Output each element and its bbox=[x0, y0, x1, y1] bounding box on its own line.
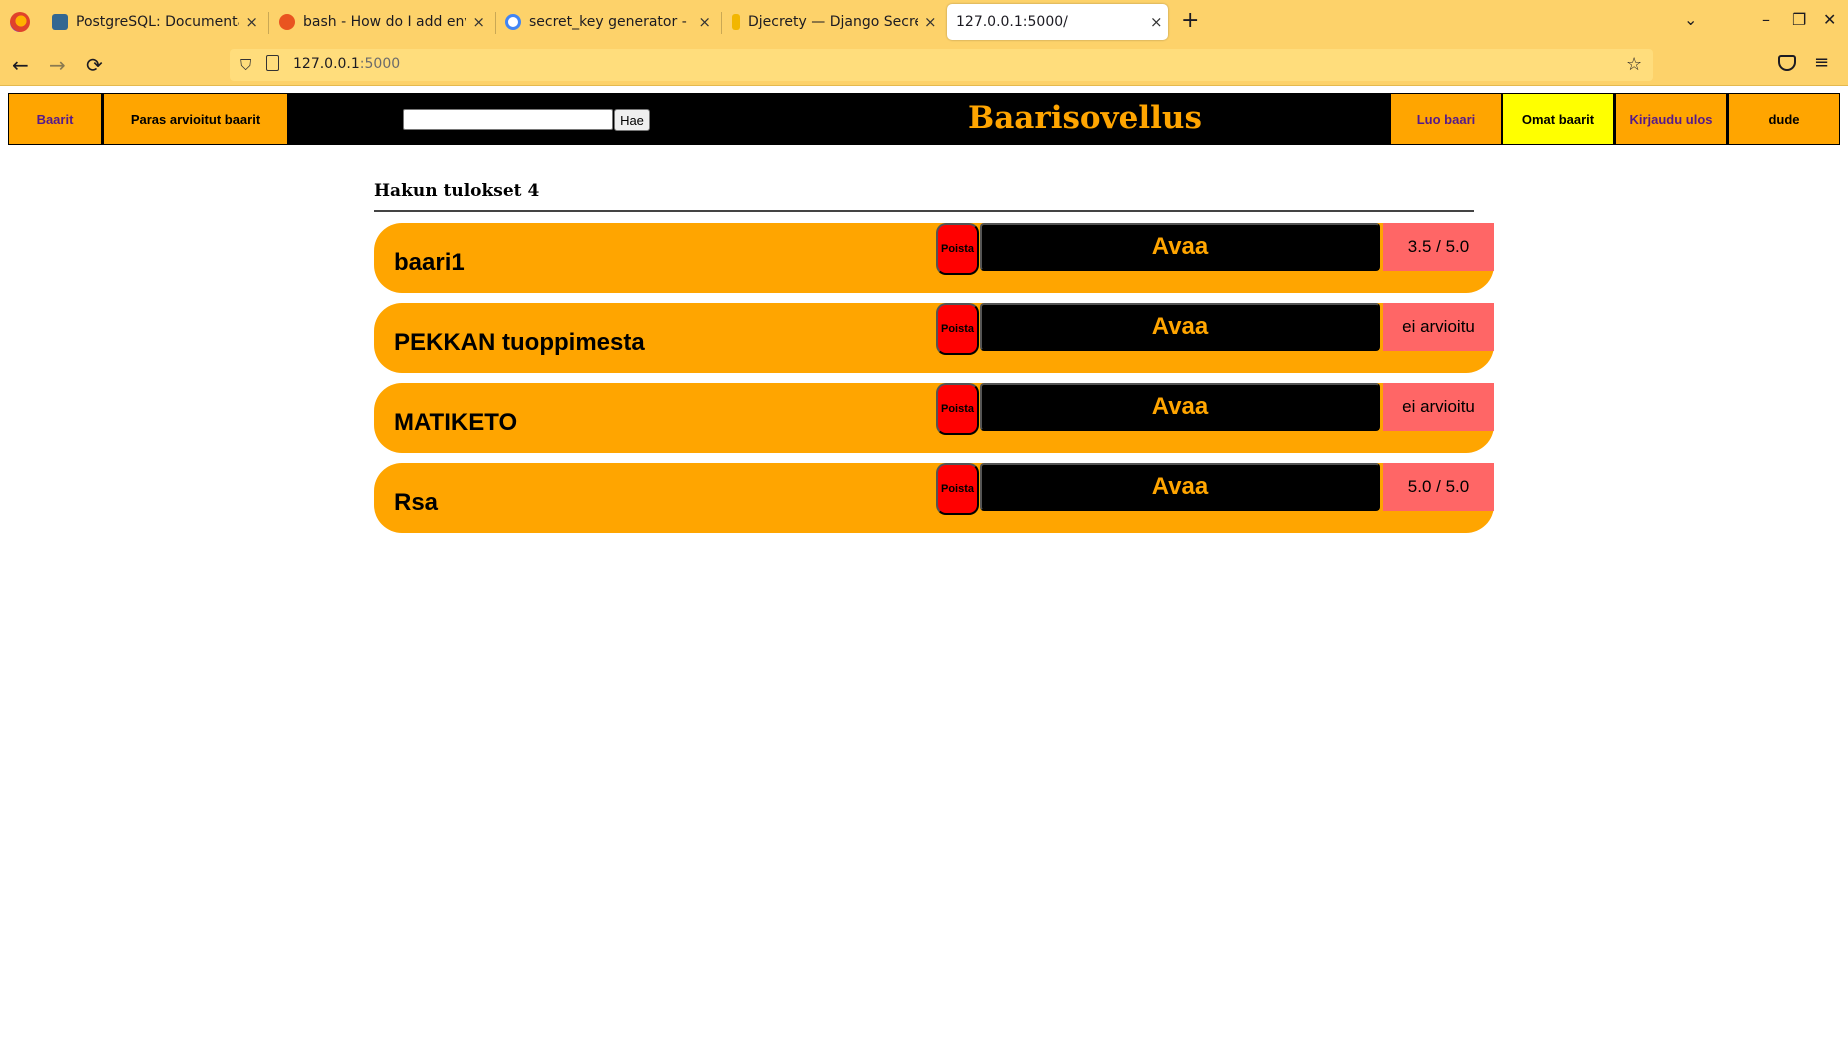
close-tab-icon[interactable]: × bbox=[698, 13, 711, 31]
window-close-icon[interactable]: ✕ bbox=[1823, 10, 1836, 29]
bar-name: MATIKETO bbox=[394, 409, 518, 436]
tab-separator bbox=[721, 12, 722, 34]
site-title: Baarisovellus bbox=[968, 100, 1202, 136]
close-tab-icon[interactable]: × bbox=[245, 13, 258, 31]
rating-badge: ei arvioitu bbox=[1383, 383, 1494, 431]
nav-user-link[interactable]: dude bbox=[1729, 94, 1839, 144]
open-button[interactable]: Avaa bbox=[980, 223, 1380, 271]
nav-my-bars-link[interactable]: Omat baarit bbox=[1503, 94, 1613, 144]
tab-separator bbox=[268, 12, 269, 34]
open-button[interactable]: Avaa bbox=[980, 463, 1380, 511]
tab-title: Djecrety — Django Secre bbox=[748, 14, 918, 30]
back-arrow-icon[interactable]: ← bbox=[12, 53, 29, 77]
delete-button[interactable]: Poista bbox=[936, 463, 979, 515]
nav-create-bar-link[interactable]: Luo baari bbox=[1391, 94, 1501, 144]
new-tab-button[interactable]: + bbox=[1181, 8, 1199, 33]
open-button[interactable]: Avaa bbox=[980, 303, 1380, 351]
forward-arrow-icon[interactable]: → bbox=[49, 53, 66, 77]
url-host: 127.0.0.1 bbox=[293, 56, 360, 72]
google-icon bbox=[505, 14, 521, 30]
browser-tab-bar: PostgreSQL: Documentat × bash - How do I… bbox=[0, 0, 1848, 44]
divider bbox=[374, 210, 1474, 212]
rating-badge: ei arvioitu bbox=[1383, 303, 1494, 351]
url-bar[interactable]: ⛉ 127.0.0.1:5000 ☆ bbox=[230, 49, 1653, 81]
tab-list-chevron-icon[interactable]: ⌄ bbox=[1684, 10, 1697, 29]
tab-google[interactable]: secret_key generator - Go × bbox=[505, 4, 711, 40]
delete-button[interactable]: Poista bbox=[936, 383, 979, 435]
delete-button[interactable]: Poista bbox=[936, 303, 979, 355]
nav-logout-link[interactable]: Kirjaudu ulos bbox=[1616, 94, 1726, 144]
tab-title: bash - How do I add envir bbox=[303, 14, 467, 30]
search-button[interactable]: Hae bbox=[614, 109, 650, 131]
bar-name: baari1 bbox=[394, 249, 465, 276]
browser-nav-bar: ← → ⟳ ⛉ 127.0.0.1:5000 ☆ ≡ bbox=[0, 44, 1848, 86]
pocket-icon[interactable] bbox=[1778, 55, 1796, 71]
elephant-icon bbox=[52, 14, 68, 30]
close-tab-icon[interactable]: × bbox=[1150, 13, 1163, 31]
hamburger-menu-icon[interactable]: ≡ bbox=[1814, 52, 1829, 73]
tab-askubuntu[interactable]: bash - How do I add envir × bbox=[279, 4, 485, 40]
nav-top-rated-link[interactable]: Paras arvioitut baarit bbox=[104, 94, 287, 144]
key-icon bbox=[732, 14, 740, 30]
bar-name: Rsa bbox=[394, 489, 439, 516]
tab-title: secret_key generator - Go bbox=[529, 14, 692, 30]
bar-list-item: MATIKETO Poista Avaa ei arvioitu bbox=[374, 383, 1494, 453]
bar-list-item: baari1 Poista Avaa 3.5 / 5.0 bbox=[374, 223, 1494, 293]
site-nav-bar: Baarit Paras arvioitut baarit Hae Baaris… bbox=[8, 93, 1840, 145]
page-info-icon[interactable] bbox=[266, 55, 279, 71]
url-port: :5000 bbox=[359, 56, 401, 72]
minimize-icon[interactable]: – bbox=[1762, 10, 1770, 29]
tab-separator bbox=[495, 12, 496, 34]
url-text[interactable]: 127.0.0.1:5000 bbox=[293, 56, 400, 72]
tab-djecrety[interactable]: Djecrety — Django Secre × bbox=[732, 4, 938, 40]
bookmark-star-icon[interactable]: ☆ bbox=[1626, 54, 1642, 75]
tab-title: 127.0.0.1:5000/ bbox=[956, 14, 1068, 30]
rating-badge: 5.0 / 5.0 bbox=[1383, 463, 1494, 511]
bar-name: PEKKAN tuoppimesta bbox=[394, 329, 645, 356]
tab-active-localhost[interactable]: 127.0.0.1:5000/ × bbox=[947, 4, 1168, 40]
tab-postgresql[interactable]: PostgreSQL: Documentat × bbox=[52, 4, 258, 40]
open-button[interactable]: Avaa bbox=[980, 383, 1380, 431]
delete-button[interactable]: Poista bbox=[936, 223, 979, 275]
results-heading: Hakun tulokset 4 bbox=[374, 181, 540, 201]
close-tab-icon[interactable]: × bbox=[472, 13, 485, 31]
bar-list-item: PEKKAN tuoppimesta Poista Avaa ei arvioi… bbox=[374, 303, 1494, 373]
shield-icon[interactable]: ⛉ bbox=[240, 56, 251, 74]
firefox-logo-icon[interactable] bbox=[10, 12, 30, 32]
askubuntu-icon bbox=[279, 14, 295, 30]
nav-bars-link[interactable]: Baarit bbox=[9, 94, 101, 144]
reload-icon[interactable]: ⟳ bbox=[86, 53, 103, 77]
restore-icon[interactable]: ❐ bbox=[1792, 10, 1806, 29]
rating-badge: 3.5 / 5.0 bbox=[1383, 223, 1494, 271]
tab-title: PostgreSQL: Documentat bbox=[76, 14, 240, 30]
close-tab-icon[interactable]: × bbox=[924, 13, 937, 31]
bar-list-item: Rsa Poista Avaa 5.0 / 5.0 bbox=[374, 463, 1494, 533]
search-input[interactable] bbox=[403, 109, 613, 130]
